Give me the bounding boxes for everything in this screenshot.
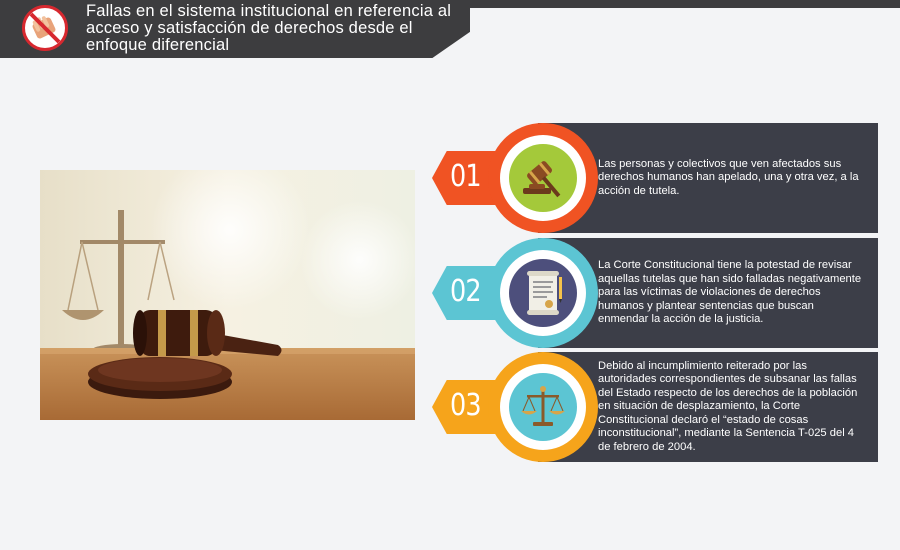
list-item: 01 Las personas y colectivos que ven afe… [430,123,880,233]
page-title: Fallas en el sistema institucional en re… [86,2,452,54]
document-icon [509,259,577,327]
scales-icon [509,373,577,441]
gavel-icon [509,144,577,212]
icon-ring [488,352,598,462]
item-text: Las personas y colectivos que ven afecta… [598,157,859,197]
icon-ring [488,123,598,233]
logo [22,5,68,51]
no-violence-icon [29,12,61,44]
gavel-photo [40,170,415,420]
list-item: 03 Debido al incumplimiento reiterado po [430,352,880,462]
list-item: 02 La Corte Constitucional tiene la pote [430,238,880,348]
item-text: Debido al incumplimiento reiterado por l… [598,359,858,453]
item-text: La Corte Constitucional tiene la potesta… [598,259,862,326]
icon-ring [488,238,598,348]
